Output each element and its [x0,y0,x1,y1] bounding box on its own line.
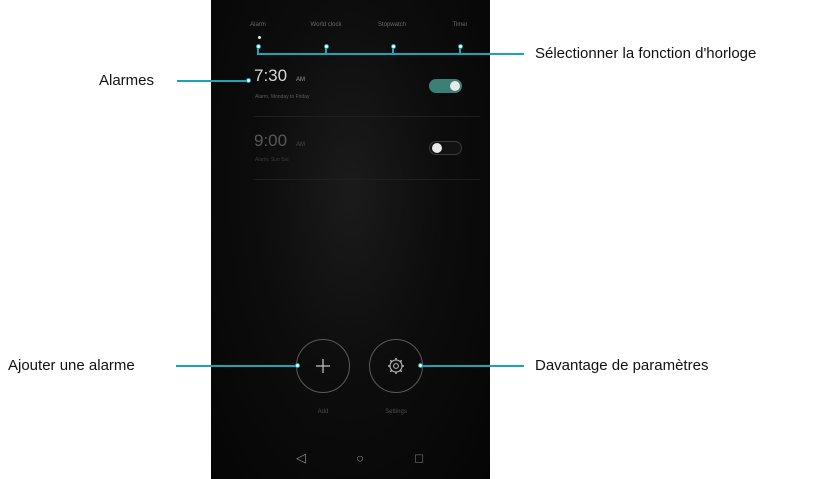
callout-line [421,365,524,367]
tab-world-clock[interactable]: World clock [311,22,342,28]
callout-pin [458,44,463,49]
tab-alarm[interactable]: Alarm [250,22,266,28]
tab-stopwatch[interactable]: Stopwatch [378,22,406,28]
settings-button[interactable] [369,339,423,393]
alarm-time: 7:30 [254,66,288,85]
callout-alarms: Alarmes [99,72,155,89]
toggle-knob [432,143,442,153]
toggle-knob [450,81,460,91]
home-icon[interactable]: ○ [356,451,364,466]
alarm-repeat: Alarm, Monday to Friday [255,94,310,100]
alarm-item[interactable]: 7:30 AM Alarm, Monday to Friday [211,66,490,116]
active-tab-indicator [258,36,261,39]
alarm-toggle[interactable] [429,141,462,155]
divider [254,179,480,180]
alarm-time: 9:00 [254,131,288,150]
callout-pin [295,363,300,368]
back-icon[interactable]: ◁ [296,450,306,466]
callout-more-settings: Davantage de paramètres [535,357,709,374]
alarm-repeat: Alarm, Sun Sat [255,157,289,163]
callout-pin [391,44,396,49]
callout-select-function: Sélectionner la fonction d'horloge [535,45,757,62]
alarm-ampm: AM [296,142,305,148]
plus-icon [316,359,330,373]
gear-icon [388,358,404,374]
alarm-item[interactable]: 9:00 AM Alarm, Sun Sat [211,131,490,181]
callout-pin [324,44,329,49]
callout-add-alarm: Ajouter une alarme [8,357,135,374]
alarm-toggle[interactable] [429,79,462,93]
recents-icon[interactable]: □ [415,451,423,466]
divider [254,116,480,117]
callout-line [177,80,249,82]
callout-pin [246,78,251,83]
add-label: Add [317,409,329,415]
alarm-ampm: AM [296,77,305,83]
callout-pin [418,363,423,368]
clock-tabs: Alarm World clock Stopwatch Timer [211,14,490,44]
tab-timer[interactable]: Timer [452,22,467,28]
callout-pin [256,44,261,49]
phone-screen: Alarm World clock Stopwatch Timer 7:30 A… [211,0,490,479]
settings-label: Settings [385,409,407,415]
callout-line [176,365,297,367]
callout-line [257,53,524,55]
add-alarm-button[interactable] [296,339,350,393]
